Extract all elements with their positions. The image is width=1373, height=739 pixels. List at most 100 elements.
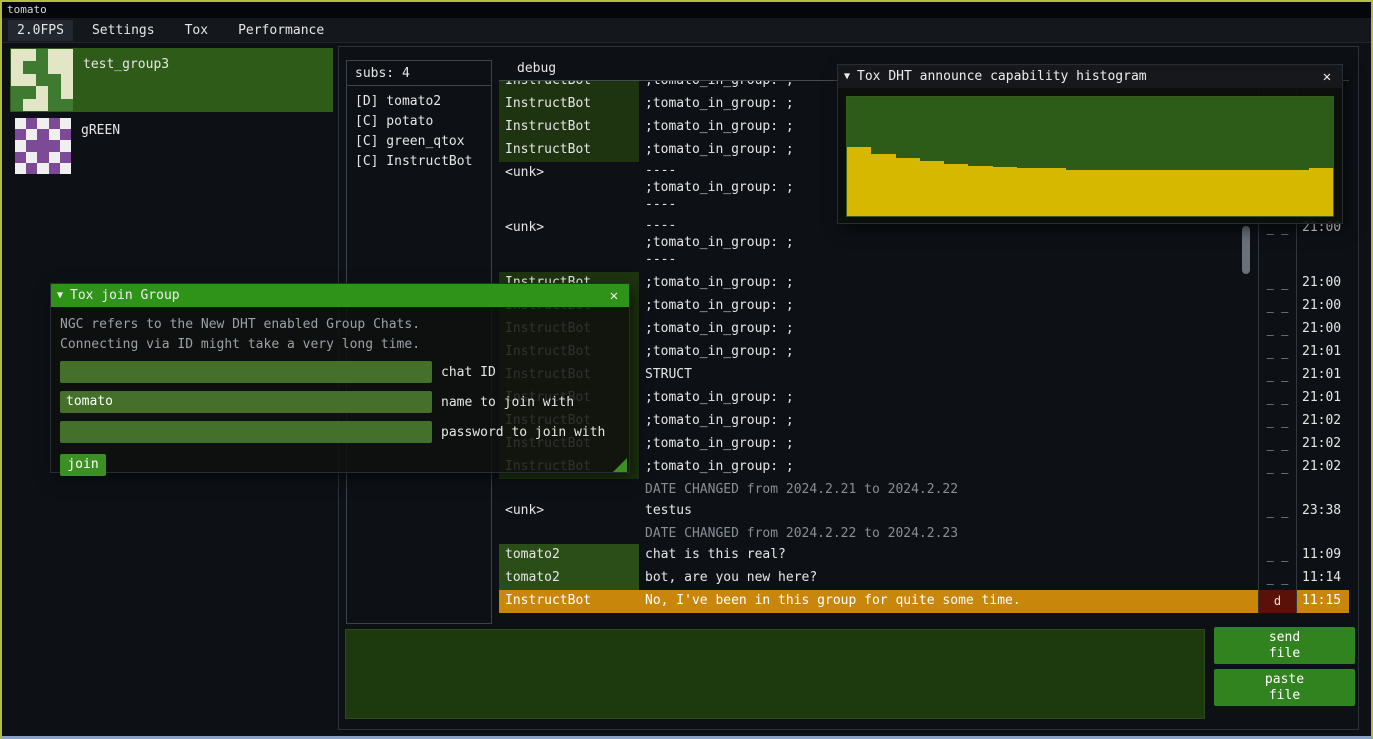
- join-group-window-body: NGC refers to the New DHT enabled Group …: [51, 307, 629, 474]
- chat-flags: _ _: [1258, 272, 1296, 295]
- chat-author: tomato2: [499, 567, 639, 590]
- histogram-bar: [1309, 168, 1333, 216]
- group-name: gREEN: [81, 123, 120, 138]
- menu-performance[interactable]: Performance: [227, 20, 335, 41]
- histogram-bar: [1017, 168, 1041, 216]
- group-name: test_group3: [83, 57, 169, 72]
- join-name-input[interactable]: tomato: [60, 391, 432, 413]
- send-file-button[interactable]: send file: [1214, 627, 1355, 664]
- chat-text: bot, are you new here?: [639, 567, 1258, 590]
- group-avatar-green: [15, 118, 71, 174]
- chat-message-row: InstructBotNo, I've been in this group f…: [499, 590, 1349, 613]
- join-group-window-titlebar[interactable]: ▼ Tox join Group ✕: [51, 284, 629, 307]
- group-item-green[interactable]: gREEN: [10, 114, 333, 176]
- chat-text: ----;tomato_in_group: ;----: [639, 217, 1258, 272]
- histogram-bar: [1260, 170, 1284, 216]
- histogram-bar: [847, 147, 871, 216]
- histogram-bar: [1284, 170, 1308, 216]
- chat-text: ;tomato_in_group: ;: [639, 410, 1258, 433]
- subs-header: subs: 4: [347, 61, 491, 86]
- close-icon[interactable]: ✕: [605, 288, 623, 304]
- chat-author: [499, 479, 639, 500]
- chat-date-row: DATE CHANGED from 2024.2.21 to 2024.2.22: [499, 479, 1349, 500]
- chat-text: ;tomato_in_group: ;: [639, 341, 1258, 364]
- window-title: tomato: [7, 3, 47, 16]
- chat-time: 21:02: [1296, 433, 1349, 456]
- chat-time: [1296, 479, 1349, 500]
- member-item[interactable]: [C] potato: [355, 112, 483, 132]
- chat-text: ;tomato_in_group: ;: [639, 387, 1258, 410]
- chat-author: InstructBot: [499, 590, 639, 613]
- close-icon[interactable]: ✕: [1318, 69, 1336, 85]
- chat-text: No, I've been in this group for quite so…: [639, 590, 1258, 613]
- join-password-label: password to join with: [441, 425, 605, 440]
- join-group-window: ▼ Tox join Group ✕ NGC refers to the New…: [50, 283, 630, 473]
- chat-scrollbar[interactable]: [1242, 226, 1250, 274]
- collapse-icon[interactable]: ▼: [57, 290, 63, 301]
- chat-text: chat is this real?: [639, 544, 1258, 567]
- join-info-line: Connecting via ID might take a very long…: [60, 335, 620, 355]
- histogram-window-body: [838, 88, 1342, 225]
- join-password-input[interactable]: [60, 421, 432, 443]
- paste-file-button[interactable]: paste file: [1214, 669, 1355, 706]
- histogram-bar: [1114, 170, 1138, 216]
- chat-id-input[interactable]: [60, 361, 432, 383]
- chat-message-row: <unk>testus_ _23:38: [499, 500, 1349, 523]
- member-item[interactable]: [D] tomato2: [355, 92, 483, 112]
- join-group-window-title: Tox join Group: [70, 288, 180, 303]
- chat-flags: _ _: [1258, 295, 1296, 318]
- fps-indicator: 2.0FPS: [8, 20, 73, 41]
- chat-time: 21:00: [1296, 295, 1349, 318]
- chat-flags: _ _: [1258, 410, 1296, 433]
- chat-author: InstructBot: [499, 139, 639, 162]
- histogram-window: ▼ Tox DHT announce capability histogram …: [837, 64, 1343, 224]
- histogram-window-title: Tox DHT announce capability histogram: [857, 69, 1147, 84]
- chat-text: ;tomato_in_group: ;: [639, 433, 1258, 456]
- tab-debug[interactable]: debug: [517, 57, 556, 80]
- chat-id-label: chat ID: [441, 365, 496, 380]
- menu-bar: 2.0FPS Settings Tox Performance: [2, 18, 1371, 43]
- histogram-window-titlebar[interactable]: ▼ Tox DHT announce capability histogram …: [838, 65, 1342, 88]
- member-item[interactable]: [C] green_qtox: [355, 132, 483, 152]
- chat-message-row: tomato2bot, are you new here?_ _11:14: [499, 567, 1349, 590]
- chat-flags: _ _: [1258, 364, 1296, 387]
- chat-message-row: <unk>----;tomato_in_group: ;----_ _21:00: [499, 217, 1349, 272]
- chat-time: 11:14: [1296, 567, 1349, 590]
- chat-time: 21:00: [1296, 318, 1349, 341]
- menu-settings[interactable]: Settings: [81, 20, 166, 41]
- chat-flags: _ _: [1258, 544, 1296, 567]
- histogram-plot: [846, 96, 1334, 217]
- histogram-bar: [920, 161, 944, 216]
- chat-flags: [1258, 479, 1296, 500]
- send-file-label-2: file: [1269, 646, 1300, 662]
- menu-tox[interactable]: Tox: [174, 20, 219, 41]
- histogram-bar: [1090, 170, 1114, 216]
- chat-flags: _ _: [1258, 217, 1296, 272]
- chat-text: STRUCT: [639, 364, 1258, 387]
- chat-text: DATE CHANGED from 2024.2.21 to 2024.2.22: [639, 479, 1258, 500]
- histogram-bar: [1066, 170, 1090, 216]
- message-input[interactable]: [345, 629, 1205, 719]
- chat-flags: [1258, 523, 1296, 544]
- chat-flags: d: [1258, 590, 1296, 613]
- chat-author: [499, 523, 639, 544]
- histogram-bar: [993, 167, 1017, 216]
- histogram-bar: [1187, 170, 1211, 216]
- chat-time: 21:01: [1296, 387, 1349, 410]
- chat-time: 21:02: [1296, 456, 1349, 479]
- histogram-bar: [1211, 170, 1235, 216]
- histogram-bar: [968, 166, 992, 216]
- chat-flags: _ _: [1258, 341, 1296, 364]
- resize-grip[interactable]: [613, 458, 627, 472]
- chat-text: ;tomato_in_group: ;: [639, 272, 1258, 295]
- member-item[interactable]: [C] InstructBot: [355, 152, 483, 172]
- collapse-icon[interactable]: ▼: [844, 71, 850, 82]
- chat-text: DATE CHANGED from 2024.2.22 to 2024.2.23: [639, 523, 1258, 544]
- chat-flags: _ _: [1258, 318, 1296, 341]
- join-button[interactable]: join: [60, 454, 106, 476]
- histogram-bar: [871, 154, 895, 216]
- paste-file-label-1: paste: [1265, 672, 1304, 688]
- group-item-test-group3[interactable]: test_group3: [10, 48, 333, 112]
- chat-time: 21:00: [1296, 272, 1349, 295]
- title-bar: tomato: [2, 2, 1371, 18]
